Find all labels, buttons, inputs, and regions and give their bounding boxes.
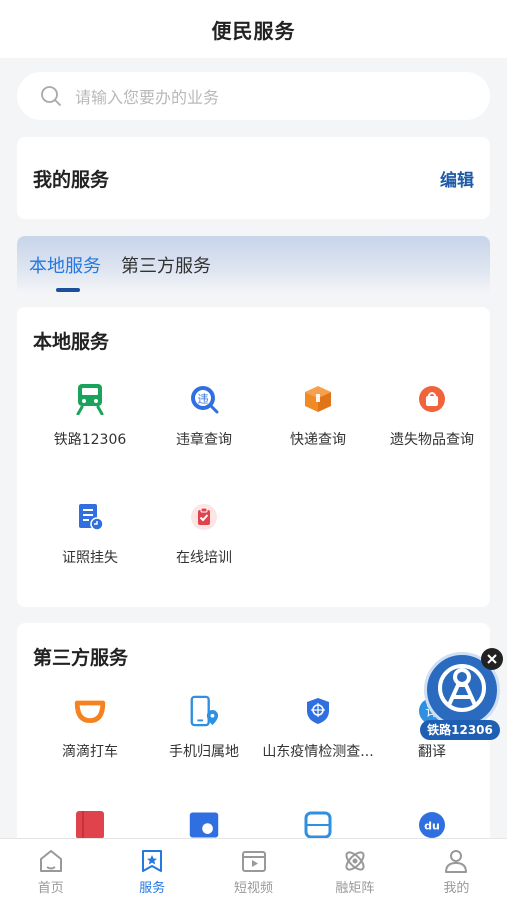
third-party-services-title: 第三方服务 [33, 647, 129, 669]
service-label: 遗失物品查询 [390, 432, 474, 448]
service-item-baidu[interactable]: du [373, 809, 490, 841]
bottom-navigation: 首页 服务 短视频 融矩阵 我的 [0, 838, 507, 900]
service-item-lost-items[interactable]: 遗失物品查询 [373, 383, 491, 449]
service-label: 在线培训 [176, 550, 232, 566]
local-services-card: 本地服务 铁路12306 违 违章查询 快递查询 遗失物品查询 证照挂失 在线培… [17, 307, 490, 607]
service-label: 翻译 [418, 744, 446, 760]
nav-item-short-video[interactable]: 短视频 [203, 839, 304, 900]
floating-badge-label: 铁路12306 [420, 720, 500, 740]
service-item-book[interactable] [31, 809, 149, 841]
page-title: 便民服务 [211, 18, 296, 43]
local-services-title: 本地服务 [33, 331, 110, 353]
service-label: 手机归属地 [169, 744, 239, 760]
nav-item-profile[interactable]: 我的 [406, 839, 507, 900]
online-training-icon [188, 501, 220, 533]
profile-icon [445, 850, 468, 873]
my-services-title: 我的服务 [33, 168, 110, 191]
shield-icon [302, 695, 334, 727]
license-loss-icon [74, 501, 106, 533]
service-label: 违章查询 [176, 432, 232, 448]
service-item-didi[interactable]: 滴滴打车 [31, 695, 149, 761]
third-party-services-card: 第三方服务 滴滴打车 手机归属地 山东疫情检测查... 翻译 du [17, 623, 490, 863]
service-item-epidemic-test[interactable]: 山东疫情检测查... [259, 695, 377, 761]
train-icon [74, 383, 106, 415]
top-bar: 便民服务 [0, 0, 507, 58]
service-label: 滴滴打车 [62, 744, 118, 760]
service-item-violation-query[interactable]: 违 违章查询 [145, 383, 263, 449]
close-icon[interactable] [481, 648, 503, 670]
nav-label: 服务 [139, 881, 166, 896]
service-item-bus[interactable] [259, 809, 377, 841]
my-services-card: 我的服务 编辑 [17, 137, 490, 219]
service-item-photo[interactable] [145, 809, 263, 841]
nav-label: 融矩阵 [335, 881, 375, 896]
service-icon [142, 850, 163, 872]
tab-local-services[interactable]: 本地服务 [29, 252, 101, 278]
matrix-icon [345, 851, 365, 871]
edit-button[interactable]: 编辑 [440, 166, 474, 191]
home-icon [39, 850, 62, 872]
didi-icon [74, 695, 106, 727]
package-icon [302, 383, 334, 415]
lost-items-icon [416, 383, 448, 415]
phone-location-icon [188, 695, 220, 727]
nav-label: 我的 [443, 881, 470, 896]
search-icon [41, 86, 61, 106]
svg-text:du: du [424, 820, 440, 833]
tab-third-party-services[interactable]: 第三方服务 [121, 252, 211, 278]
active-tab-indicator [56, 288, 80, 292]
nav-item-service[interactable]: 服务 [101, 839, 202, 900]
service-label: 快递查询 [290, 432, 346, 448]
nav-label: 首页 [37, 881, 64, 896]
photo-icon [188, 809, 220, 841]
service-label: 铁路12306 [53, 432, 127, 448]
nav-item-matrix[interactable]: 融矩阵 [304, 839, 405, 900]
service-label: 山东疫情检测查... [262, 744, 374, 760]
baidu-icon: du [416, 809, 448, 841]
service-label: 证照挂失 [62, 550, 118, 566]
service-item-express-query[interactable]: 快递查询 [259, 383, 377, 449]
service-item-online-training[interactable]: 在线培训 [145, 501, 263, 567]
floating-railway-badge[interactable]: 铁路12306 [420, 648, 503, 742]
service-item-license-loss[interactable]: 证照挂失 [31, 501, 149, 567]
violation-query-icon: 违 [188, 383, 220, 415]
short-video-icon [241, 851, 266, 872]
book-icon [74, 809, 106, 841]
svg-text:违: 违 [198, 393, 209, 406]
bus-icon [302, 809, 334, 841]
search-input[interactable]: 请输入您要办的业务 [75, 84, 219, 108]
nav-label: 短视频 [234, 881, 274, 896]
search-bar[interactable]: 请输入您要办的业务 [17, 72, 490, 120]
nav-item-home[interactable]: 首页 [0, 839, 101, 900]
service-item-railway[interactable]: 铁路12306 [31, 383, 149, 449]
service-tabs: 本地服务 第三方服务 [17, 236, 490, 294]
service-item-phone-location[interactable]: 手机归属地 [145, 695, 263, 761]
